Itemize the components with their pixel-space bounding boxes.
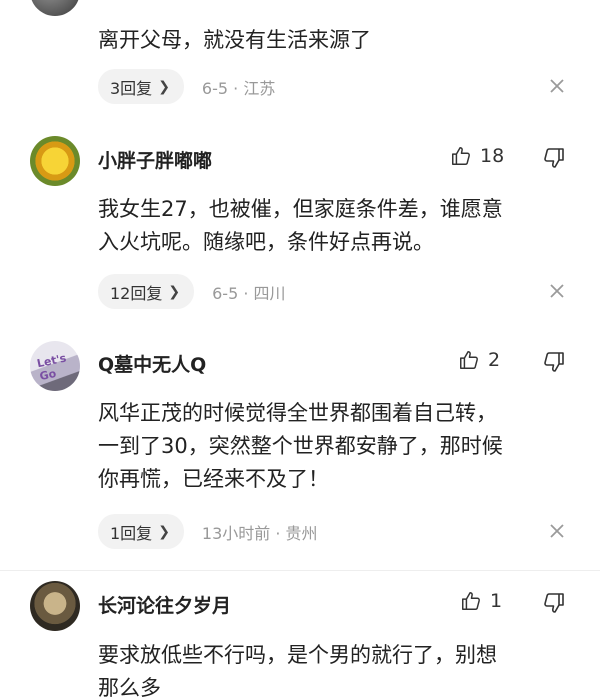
reply-button[interactable]: 3回复 ❯ [98, 69, 184, 104]
comment-meta: 12回复 ❯ 6-5 · 四川 [98, 274, 286, 309]
dislike-button[interactable] [542, 350, 566, 374]
comment-text: 要求放低些不行吗，是个男的就行了，别想 那么多 [98, 643, 497, 697]
username[interactable]: 小胖子胖嘟嘟 [98, 146, 212, 173]
comment-date-location: 6-5 · 四川 [212, 283, 286, 303]
like-button[interactable]: 1 [460, 590, 502, 612]
comment-date-location: 13小时前 · 贵州 [201, 523, 318, 543]
close-icon[interactable] [548, 282, 566, 300]
comment-date-location: 6-5 · 江苏 [201, 78, 276, 98]
reply-count-label: 1回复 [110, 523, 153, 543]
like-count: 2 [488, 349, 501, 371]
thumbs-up-icon [462, 592, 480, 610]
thumbs-up-icon [460, 351, 478, 369]
comment-list: 离开父母，就没有生活来源了 3回复 ❯ 6-5 · 江苏 小胖子胖嘟嘟 18 我… [0, 0, 600, 697]
avatar[interactable] [30, 0, 80, 16]
reply-count-label: 12回复 [110, 283, 163, 303]
like-count: 18 [480, 145, 505, 167]
dislike-button[interactable] [542, 591, 566, 615]
username[interactable]: 长河论往夕岁月 [98, 591, 231, 618]
divider [0, 570, 600, 571]
username[interactable]: Q墓中无人Q [98, 350, 206, 377]
comment-text: 风华正茂的时候觉得全世界都围着自己转， 一到了30，突然整个世界都安静了，那时候… [98, 401, 503, 491]
avatar-text: Let's Go [35, 351, 68, 384]
comment-meta: 1回复 ❯ 13小时前 · 贵州 [98, 514, 318, 549]
reply-button[interactable]: 12回复 ❯ [98, 274, 195, 309]
thumbs-down-icon [544, 352, 564, 372]
chevron-right-icon: ❯ [158, 78, 170, 95]
thumbs-up-icon [452, 147, 470, 165]
comment-meta: 3回复 ❯ 6-5 · 江苏 [98, 69, 275, 104]
like-count: 1 [490, 590, 503, 612]
reply-button[interactable]: 1回复 ❯ [98, 514, 184, 549]
avatar[interactable] [30, 581, 80, 631]
like-button[interactable]: 2 [458, 349, 500, 371]
close-icon[interactable] [548, 77, 566, 95]
avatar[interactable] [30, 136, 80, 186]
like-button[interactable]: 18 [450, 145, 504, 167]
reply-count-label: 3回复 [110, 78, 153, 98]
thumbs-down-icon [544, 593, 564, 613]
avatar[interactable]: Let's Go [30, 341, 80, 391]
chevron-right-icon: ❯ [168, 283, 181, 300]
thumbs-down-icon [544, 148, 564, 168]
comment-text: 离开父母，就没有生活来源了 [98, 28, 371, 52]
dislike-button[interactable] [542, 146, 566, 170]
chevron-right-icon: ❯ [158, 523, 170, 540]
comment-text: 我女生27，也被催，但家庭条件差，谁愿意 入火坑呢。随缘吧，条件好点再说。 [98, 197, 503, 254]
close-icon[interactable] [548, 522, 566, 540]
